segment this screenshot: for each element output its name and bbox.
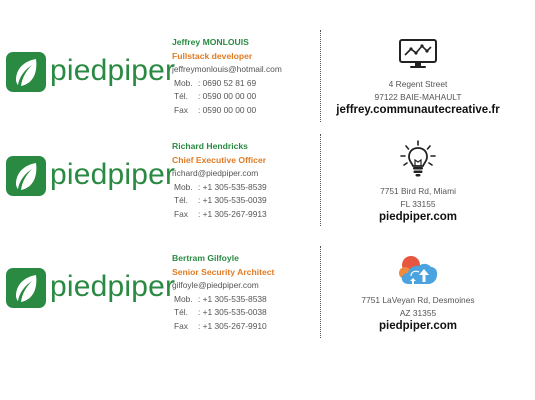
- address-line-2: AZ 31355: [399, 307, 437, 318]
- address-block: 4 Regent Street 97122 BAIE-MAHAULT jeffr…: [330, 38, 506, 116]
- phone-row-fax: Fax : +1 305-267-9913: [172, 208, 312, 222]
- dotted-divider: [320, 134, 321, 226]
- phone-row-fax: Fax : 0590 00 00 00: [172, 104, 312, 118]
- phone-value[interactable]: : 0690 52 81 69: [198, 78, 256, 88]
- job-title: Fullstack developer: [172, 50, 253, 61]
- monitor-chart-icon: [399, 39, 437, 68]
- signature-card-richard: piedpiper Richard Hendricks Chief Execut…: [0, 134, 535, 229]
- phone-label: Tél.: [174, 307, 188, 318]
- phone-label: Mob.: [174, 293, 193, 304]
- contact-info: Jeffrey MONLOUIS Fullstack developer jef…: [172, 36, 312, 118]
- phone-label: Mob.: [174, 77, 193, 88]
- dotted-divider: [320, 246, 321, 338]
- phone-label: Fax: [174, 104, 188, 115]
- phone-label: Mob.: [174, 181, 193, 192]
- signature-card-bertram: piedpiper Bertram Gilfoyle Senior Securi…: [0, 246, 535, 341]
- piedpiper-leaf-icon: [6, 268, 46, 308]
- phone-label: Fax: [174, 320, 188, 331]
- phone-value[interactable]: : 0590 00 00 00: [198, 91, 256, 101]
- person-name: Bertram Gilfoyle: [172, 253, 239, 263]
- phone-value[interactable]: : +1 305-535-0039: [198, 195, 267, 205]
- phone-value: : +1 305-267-9913: [198, 208, 267, 219]
- piedpiper-leaf-icon: [6, 156, 46, 196]
- brand-wordmark: piedpiper: [50, 270, 176, 303]
- address-block: 7751 LaVeyan Rd, Desmoines AZ 31355 pied…: [330, 254, 506, 332]
- cloud-upload-icon: [399, 256, 438, 284]
- contact-info: Bertram Gilfoyle Senior Security Archite…: [172, 252, 312, 334]
- address-line-1: 7751 Bird Rd, Miami: [380, 186, 456, 196]
- brand-wordmark: piedpiper: [50, 54, 176, 87]
- website-link[interactable]: jeffrey.communautecreative.fr: [330, 104, 506, 116]
- person-name: Richard Hendricks: [172, 141, 248, 151]
- signature-card-jeffrey: piedpiper Jeffrey MONLOUIS Fullstack dev…: [0, 30, 535, 125]
- address-block: 7751 Bird Rd, Miami FL 33155 piedpiper.c…: [330, 140, 506, 223]
- piedpiper-leaf-icon: [6, 52, 46, 92]
- lightbulb-icon: [400, 140, 436, 177]
- email-link[interactable]: richard@piedpiper.com: [172, 167, 312, 181]
- phone-label: Tél.: [174, 91, 188, 102]
- piedpiper-logo: piedpiper: [6, 52, 175, 92]
- address-line-1: 4 Regent Street: [388, 79, 448, 89]
- phone-value: : 0590 00 00 00: [198, 104, 257, 115]
- website-link[interactable]: piedpiper.com: [330, 211, 506, 223]
- piedpiper-logo: piedpiper: [6, 156, 175, 196]
- email-link[interactable]: jeffreymonlouis@hotmail.com: [172, 63, 312, 77]
- dotted-divider: [320, 30, 321, 122]
- contact-info: Richard Hendricks Chief Executive Office…: [172, 140, 312, 222]
- phone-row-mobile: Mob. : +1 305-535-8539: [172, 181, 312, 195]
- phone-value: : +1 305-267-9910: [198, 320, 267, 331]
- job-title: Chief Executive Officer: [172, 154, 267, 165]
- address-line-1: 7751 LaVeyan Rd, Desmoines: [361, 295, 475, 305]
- phone-row-mobile: Mob. : 0690 52 81 69: [172, 77, 312, 91]
- phone-value[interactable]: : +1 305-535-8538: [198, 294, 267, 304]
- person-name: Jeffrey MONLOUIS: [172, 37, 249, 47]
- phone-value[interactable]: : +1 305-535-0038: [198, 307, 267, 317]
- job-title: Senior Security Architect: [172, 266, 275, 277]
- phone-label: Fax: [174, 208, 188, 219]
- phone-row-tel: Tél. : +1 305-535-0038: [172, 306, 312, 320]
- phone-row-tel: Tél. : 0590 00 00 00: [172, 90, 312, 104]
- address-line-2: FL 33155: [400, 198, 436, 209]
- piedpiper-logo: piedpiper: [6, 268, 175, 308]
- website-link[interactable]: piedpiper.com: [330, 320, 506, 332]
- phone-row-tel: Tél. : +1 305-535-0039: [172, 194, 312, 208]
- address-line-2: 97122 BAIE-MAHAULT: [374, 91, 462, 102]
- phone-row-fax: Fax : +1 305-267-9910: [172, 320, 312, 334]
- brand-wordmark: piedpiper: [50, 158, 176, 191]
- email-link[interactable]: gilfoyle@piedpiper.com: [172, 279, 312, 293]
- phone-row-mobile: Mob. : +1 305-535-8538: [172, 293, 312, 307]
- phone-value[interactable]: : +1 305-535-8539: [198, 182, 267, 192]
- phone-label: Tél.: [174, 195, 188, 206]
